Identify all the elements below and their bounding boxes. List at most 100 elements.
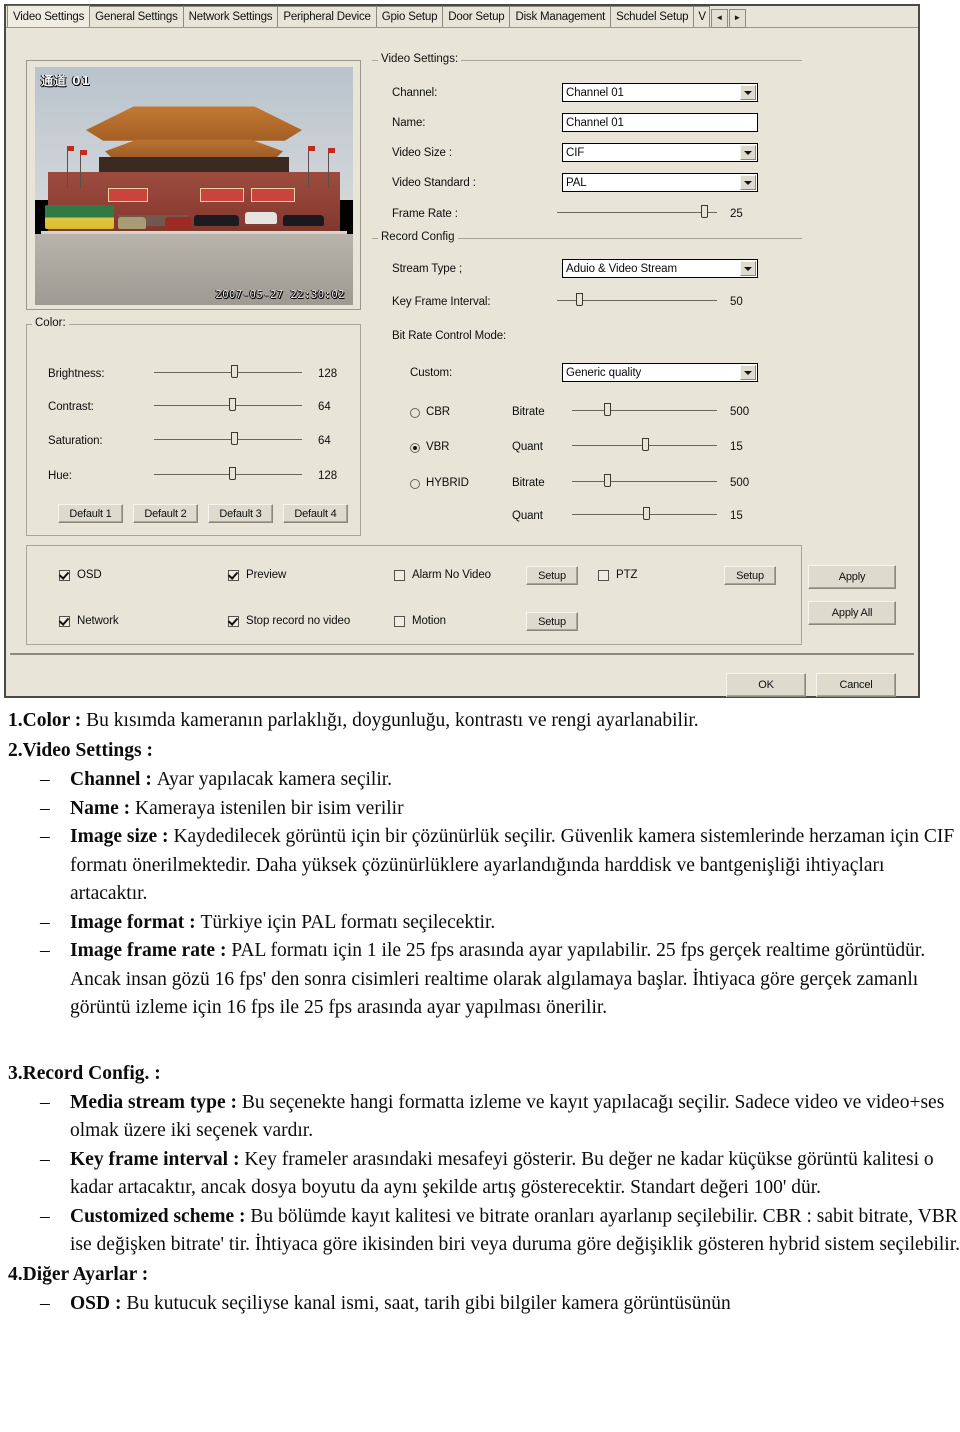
hue-slider[interactable] — [154, 466, 302, 482]
chevron-down-icon[interactable] — [740, 85, 756, 100]
cbr-radio[interactable] — [410, 408, 420, 418]
hybrid-radio[interactable] — [410, 479, 420, 489]
scene-flag-2 — [79, 150, 87, 156]
slider-thumb[interactable] — [576, 293, 584, 306]
scene-bus — [44, 205, 115, 229]
video-standard-combo[interactable]: PAL — [562, 173, 758, 192]
alarm-setup-button[interactable]: Setup — [526, 566, 578, 585]
scene-banner-mid — [200, 188, 244, 203]
ptz-checkbox[interactable] — [598, 570, 609, 581]
slider-track — [572, 481, 717, 482]
apply-all-button[interactable]: Apply All — [808, 601, 896, 625]
tab-label: V — [698, 11, 706, 23]
vbr-quant-slider[interactable] — [572, 437, 717, 453]
frame-rate-slider[interactable] — [557, 204, 717, 220]
channel-value: Channel 01 — [566, 86, 624, 99]
motion-setup-button[interactable]: Setup — [526, 612, 578, 631]
scene-banner-right — [251, 188, 295, 203]
saturation-slider[interactable] — [154, 431, 302, 447]
bullet-head: Name : — [70, 797, 135, 819]
color-group-title: Color: — [32, 317, 69, 329]
chevron-down-icon[interactable] — [740, 365, 756, 380]
bullet-dash: – — [40, 797, 50, 819]
scene-flagpole-4 — [327, 147, 329, 189]
ptz-setup-button[interactable]: Setup — [724, 566, 776, 585]
key-frame-interval-value: 50 — [730, 296, 743, 308]
osd-checkbox[interactable] — [59, 570, 70, 581]
bullet-head: Key frame interval : — [70, 1148, 245, 1170]
tab-general-settings[interactable]: General Settings — [89, 6, 184, 27]
default-1-button[interactable]: Default 1 — [58, 504, 123, 523]
tab-schudel-setup[interactable]: Schudel Setup — [610, 6, 695, 27]
doc-bullet-image-frame-rate: – Image frame rate : PAL formatı için 1 i… — [40, 937, 960, 1023]
preview-checkbox[interactable] — [228, 570, 239, 581]
tab-scroll-right-icon[interactable]: ► — [728, 8, 746, 28]
name-input[interactable]: Channel 01 — [562, 113, 758, 132]
tab-label: General Settings — [95, 11, 178, 23]
cancel-button[interactable]: Cancel — [816, 673, 896, 697]
slider-thumb[interactable] — [603, 474, 611, 487]
tab-peripheral-device[interactable]: Peripheral Device — [277, 6, 377, 27]
tab-label: Network Settings — [188, 11, 273, 23]
video-size-combo[interactable]: CIF — [562, 143, 758, 162]
vbr-radio[interactable] — [410, 443, 420, 453]
custom-quality-combo[interactable]: Generic quality — [562, 363, 758, 382]
slider-thumb[interactable] — [230, 432, 238, 445]
bullet-dash: – — [40, 769, 50, 790]
tab-gpio-setup[interactable]: Gpio Setup — [375, 6, 444, 27]
slider-thumb[interactable] — [229, 467, 237, 480]
record-config-group: Record Config Stream Type ; Aduio & Vide… — [372, 231, 802, 536]
chevron-down-icon[interactable] — [740, 175, 756, 190]
tab-scroll-left-icon[interactable]: ◄ — [710, 8, 728, 28]
default-4-button[interactable]: Default 4 — [283, 504, 348, 523]
chevron-down-icon[interactable] — [740, 261, 756, 276]
bullet-dash: – — [40, 1292, 50, 1314]
tab-disk-management[interactable]: Disk Management — [509, 6, 612, 27]
slider-thumb[interactable] — [229, 398, 237, 411]
stop-record-no-video-checkbox[interactable] — [228, 616, 239, 627]
ok-button[interactable]: OK — [726, 673, 806, 697]
alarm-no-video-checkbox[interactable] — [394, 570, 405, 581]
slider-thumb[interactable] — [641, 438, 649, 451]
channel-combo[interactable]: Channel 01 — [562, 83, 758, 102]
default-2-button[interactable]: Default 2 — [133, 504, 198, 523]
slider-thumb[interactable] — [701, 205, 708, 218]
network-checkbox[interactable] — [59, 616, 70, 627]
doc-spacer — [0, 1023, 960, 1059]
bit-rate-control-mode-label: Bit Rate Control Mode: — [392, 330, 507, 342]
stream-type-value: Aduio & Video Stream — [566, 262, 677, 275]
osd-channel-label: 通道 01 — [41, 74, 91, 88]
bullet-body: Ayar yapılacak kamera seçilir. — [156, 769, 393, 790]
video-preview-image[interactable]: 通道 01 2007-05-27 22:30:02 — [35, 67, 353, 305]
video-size-label: Video Size : — [392, 147, 452, 159]
slider-thumb[interactable] — [230, 365, 238, 378]
tab-label: Gpio Setup — [381, 11, 438, 23]
apply-button[interactable]: Apply — [808, 565, 896, 589]
tab-network-settings[interactable]: Network Settings — [182, 6, 279, 27]
brightness-slider[interactable] — [154, 364, 302, 380]
scene-flag-1 — [66, 145, 74, 151]
document-text: 1.Color : Bu kısımda kameranın parlaklığ… — [0, 706, 960, 1318]
bullet-body: Kaydedilecek görüntü için bir çözünürlük… — [70, 826, 955, 904]
video-settings-group-title: Video Settings: — [378, 53, 462, 65]
hybrid-quant-slider[interactable] — [572, 506, 717, 522]
name-value: Channel 01 — [566, 116, 624, 129]
contrast-slider[interactable] — [154, 397, 302, 413]
bullet-dash: – — [40, 940, 50, 961]
slider-thumb[interactable] — [603, 403, 611, 416]
stream-type-combo[interactable]: Aduio & Video Stream — [562, 259, 758, 278]
hybrid-bitrate-slider[interactable] — [572, 473, 717, 489]
motion-checkbox[interactable] — [394, 616, 405, 627]
tab-video-settings[interactable]: Video Settings — [7, 5, 91, 27]
cbr-bitrate-slider[interactable] — [572, 402, 717, 418]
key-frame-interval-slider[interactable] — [557, 292, 717, 308]
vbr-label: VBR — [426, 441, 450, 453]
slider-thumb[interactable] — [643, 507, 651, 520]
bullet-head: Customized scheme : — [70, 1205, 251, 1227]
tab-door-setup[interactable]: Door Setup — [442, 6, 511, 27]
default-3-button[interactable]: Default 3 — [208, 504, 273, 523]
chevron-down-icon[interactable] — [740, 145, 756, 160]
brightness-value: 128 — [318, 368, 338, 380]
doc-item-2-head: 2.Video Settings : — [8, 740, 153, 761]
tab-partial-next[interactable]: V — [693, 6, 710, 27]
